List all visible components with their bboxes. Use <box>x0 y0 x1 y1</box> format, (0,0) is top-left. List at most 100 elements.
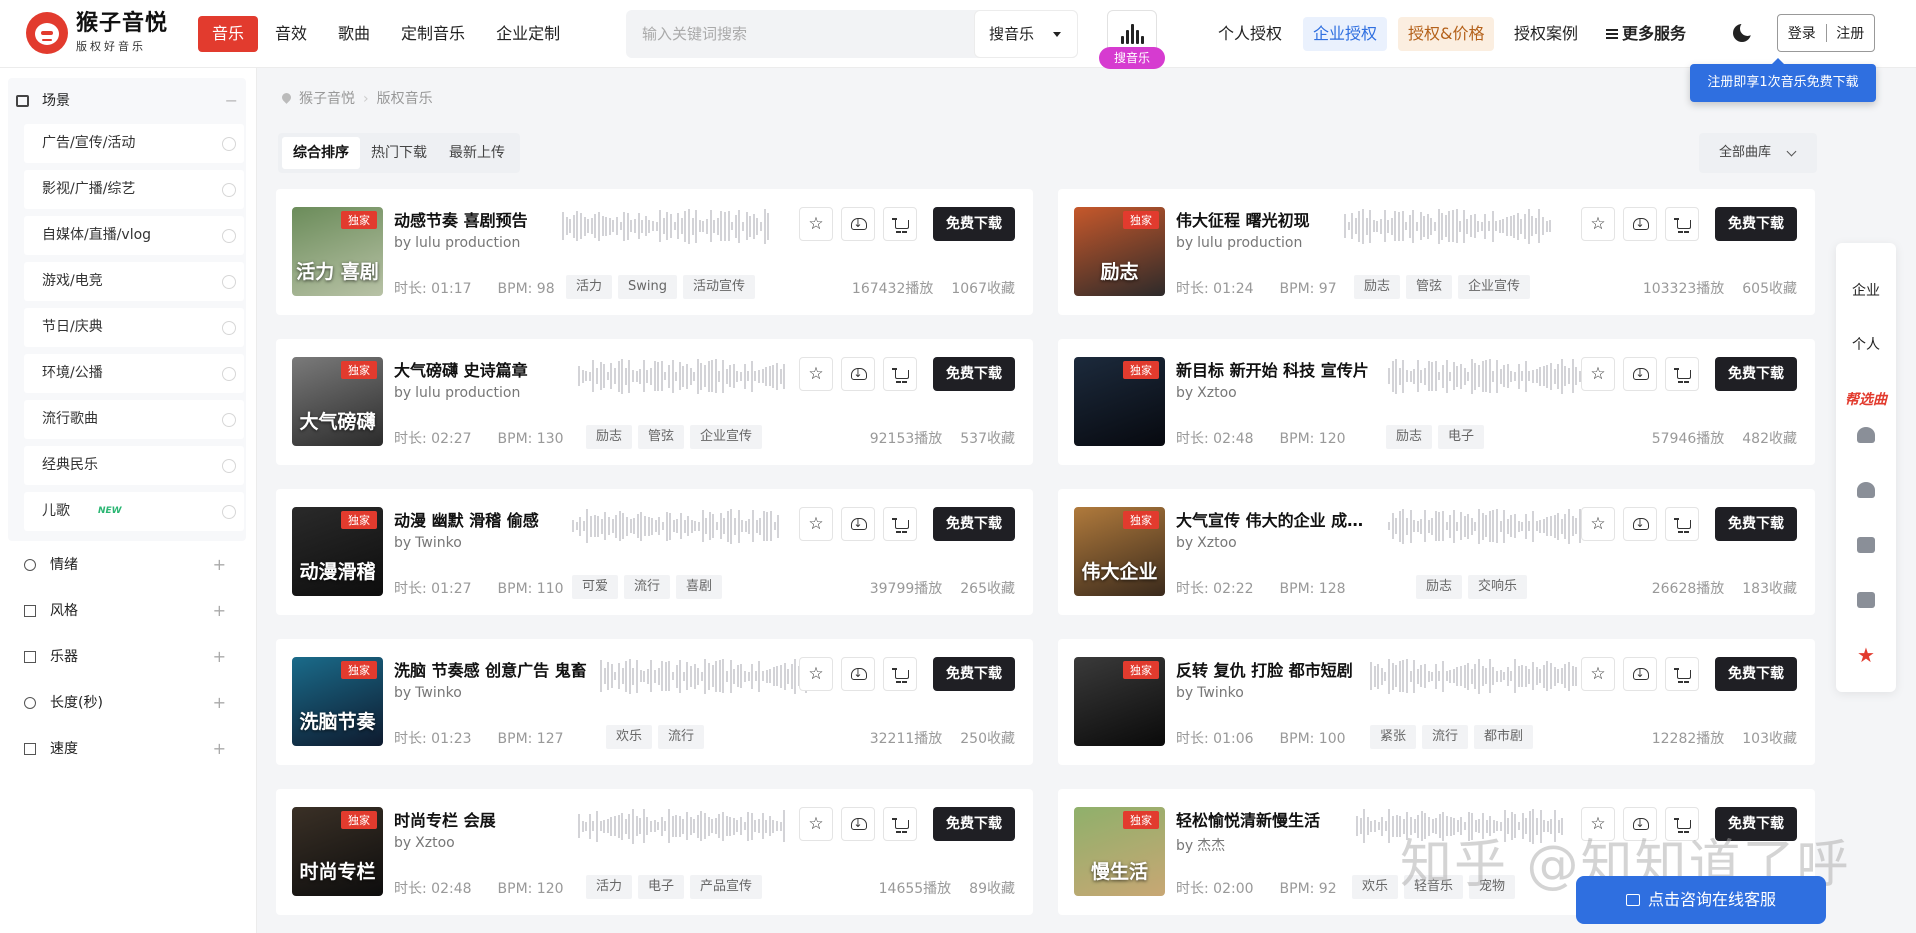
track-title[interactable]: 轻松愉悦清新慢生活 <box>1176 807 1320 831</box>
track-author[interactable]: by Xztoo <box>1176 385 1237 401</box>
cart-icon[interactable] <box>1665 657 1699 691</box>
plus-icon[interactable]: + <box>213 690 226 716</box>
track-card[interactable]: 独家 洗脑节奏 洗脑 节奏感 创意广告 鬼畜 by Twinko 时长: 01:23 BPM… <box>276 639 1033 765</box>
track-tag[interactable]: 活力 <box>566 275 613 299</box>
tab-hot-downloads[interactable]: 热门下载 <box>360 137 438 169</box>
track-tag[interactable]: 励志 <box>1416 575 1463 599</box>
nav-enterprise-custom[interactable]: 企业定制 <box>482 16 574 52</box>
track-tag[interactable]: 产品宣传 <box>690 875 763 899</box>
track-card[interactable]: 独家 励志 伟大征程 曙光初现 by lulu production 时长: 01:24 B… <box>1058 189 1815 315</box>
track-title[interactable]: 动漫 幽默 滑稽 偷感 <box>394 507 539 531</box>
plus-icon[interactable]: + <box>213 552 226 578</box>
track-tag[interactable]: 紧张 <box>1370 725 1417 749</box>
cloud-download-icon[interactable] <box>841 507 875 541</box>
waveform[interactable] <box>1344 207 1556 245</box>
track-title[interactable]: 伟大征程 曙光初现 <box>1176 207 1310 231</box>
track-tag[interactable]: 励志 <box>586 425 633 449</box>
track-tag[interactable]: 活动宣传 <box>683 275 756 299</box>
mail-icon[interactable] <box>1857 592 1875 608</box>
sidebar-scene-item[interactable]: 影视/广播/综艺 <box>24 170 244 209</box>
free-download-button[interactable]: 免费下载 <box>933 207 1015 241</box>
track-card[interactable]: 独家 大气磅礴 大气磅礴 史诗篇章 by lulu production 时长: 02:2… <box>276 339 1033 465</box>
cloud-download-icon[interactable] <box>1623 207 1657 241</box>
sidebar-scene-item[interactable]: 儿歌 NEW <box>24 492 244 531</box>
free-download-button[interactable]: 免费下载 <box>1715 657 1797 691</box>
track-tag[interactable]: 喜剧 <box>676 575 723 599</box>
track-title[interactable]: 大气磅礴 史诗篇章 <box>394 357 528 381</box>
cloud-download-icon[interactable] <box>841 207 875 241</box>
favorite-star-icon[interactable] <box>799 507 833 541</box>
track-tag[interactable]: 都市剧 <box>1474 725 1534 749</box>
track-cover[interactable]: 独家 伟大企业 <box>1074 507 1165 596</box>
register-button[interactable]: 注册 <box>1827 23 1875 43</box>
track-card[interactable]: 独家 时尚专栏 时尚专栏 会展 by Xztoo 时长: 02:48 BPM: 120 活力电… <box>276 789 1033 915</box>
track-tag[interactable]: 可爱 <box>572 575 619 599</box>
favorite-star-icon[interactable] <box>1581 207 1615 241</box>
track-tag[interactable]: Swing <box>618 275 678 299</box>
track-title[interactable]: 大气宣传 伟大的企业 成… <box>1176 507 1363 531</box>
favorite-star-icon[interactable] <box>1581 357 1615 391</box>
headset-icon[interactable] <box>1857 427 1875 443</box>
free-download-button[interactable]: 免费下载 <box>1715 357 1797 391</box>
tab-latest[interactable]: 最新上传 <box>438 137 516 169</box>
clipboard-icon[interactable] <box>1857 537 1875 553</box>
track-tag[interactable]: 交响乐 <box>1468 575 1528 599</box>
free-download-button[interactable]: 免费下载 <box>1715 507 1797 541</box>
track-author[interactable]: by Xztoo <box>394 835 455 851</box>
cloud-download-icon[interactable] <box>841 807 875 841</box>
sidebar-category[interactable]: 长度(秒) + <box>24 690 234 716</box>
free-download-button[interactable]: 免费下载 <box>933 357 1015 391</box>
track-cover[interactable]: 独家 大气磅礴 <box>292 357 383 446</box>
waveform[interactable] <box>572 507 784 545</box>
track-tag[interactable]: 欢乐 <box>1352 875 1399 899</box>
track-tag[interactable]: 企业宣传 <box>690 425 763 449</box>
nav-custom-music[interactable]: 定制音乐 <box>387 16 479 52</box>
online-chat-button[interactable]: 点击咨询在线客服 <box>1576 876 1826 924</box>
track-author[interactable]: by lulu production <box>1176 235 1302 251</box>
cart-icon[interactable] <box>883 207 917 241</box>
free-download-button[interactable]: 免费下载 <box>1715 207 1797 241</box>
radio-circle-icon[interactable] <box>222 183 236 197</box>
search-scope-select[interactable]: 搜音乐 <box>974 10 1078 58</box>
radio-circle-icon[interactable] <box>222 459 236 473</box>
radio-circle-icon[interactable] <box>222 505 236 519</box>
track-title[interactable]: 反转 复仇 打脸 都市短剧 <box>1176 657 1353 681</box>
nav-music[interactable]: 音乐 <box>198 16 259 52</box>
track-title[interactable]: 新目标 新开始 科技 宣传片 <box>1176 357 1369 381</box>
track-cover[interactable]: 独家 动漫滑稽 <box>292 507 383 596</box>
track-author[interactable]: by Twinko <box>394 535 462 551</box>
track-tag[interactable]: 流行 <box>624 575 671 599</box>
cloud-download-icon[interactable] <box>841 657 875 691</box>
waveform[interactable] <box>562 207 774 245</box>
sidebar-scene-item[interactable]: 环境/公播 <box>24 354 244 393</box>
track-author[interactable]: by Twinko <box>1176 685 1244 701</box>
track-card[interactable]: 独家 反转 复仇 打脸 都市短剧 by Twinko 时长: 01:06 BPM: 100… <box>1058 639 1815 765</box>
waveform[interactable] <box>578 357 790 395</box>
float-personal[interactable]: 个人 <box>1836 325 1896 365</box>
sidebar-scene-item[interactable]: 游戏/电竞 <box>24 262 244 301</box>
track-tag[interactable]: 电子 <box>638 875 685 899</box>
track-cover[interactable]: 独家 慢生活 <box>1074 807 1165 896</box>
track-cover[interactable]: 独家 活力 喜剧 <box>292 207 383 296</box>
plus-icon[interactable]: + <box>213 598 226 624</box>
favorite-star-icon[interactable] <box>799 207 833 241</box>
track-tag[interactable]: 活力 <box>586 875 633 899</box>
track-tag[interactable]: 励志 <box>1386 425 1433 449</box>
cart-icon[interactable] <box>1665 507 1699 541</box>
cloud-download-icon[interactable] <box>841 357 875 391</box>
track-card[interactable]: 独家 动漫滑稽 动漫 幽默 滑稽 偷感 by Twinko 时长: 01:27 BPM: 1… <box>276 489 1033 615</box>
track-tag[interactable]: 流行 <box>658 725 705 749</box>
cart-icon[interactable] <box>883 357 917 391</box>
register-promo-tooltip[interactable]: 注册即享1次音乐免费下载 <box>1690 58 1876 102</box>
radio-circle-icon[interactable] <box>222 137 236 151</box>
favorite-star-icon[interactable] <box>799 357 833 391</box>
cloud-download-icon[interactable] <box>1623 657 1657 691</box>
enterprise-license-link[interactable]: 企业授权 <box>1303 17 1388 51</box>
track-card[interactable]: 独家 活力 喜剧 动感节奏 喜剧预告 by lulu production 时长: 01:… <box>276 189 1033 315</box>
track-cover[interactable]: 独家 <box>1074 357 1165 446</box>
cloud-download-icon[interactable] <box>1623 357 1657 391</box>
track-author[interactable]: by Xztoo <box>1176 535 1237 551</box>
track-title[interactable]: 动感节奏 喜剧预告 <box>394 207 528 231</box>
free-download-button[interactable]: 免费下载 <box>933 507 1015 541</box>
search-input[interactable] <box>642 22 982 46</box>
